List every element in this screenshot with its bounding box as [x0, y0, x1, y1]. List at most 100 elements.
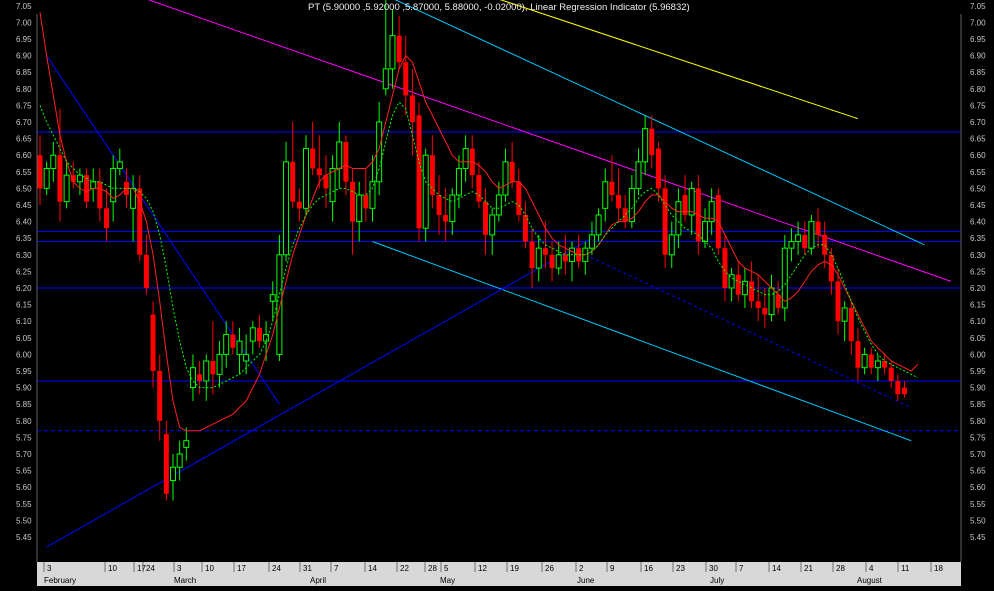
price-tick-left: 6.50: [16, 184, 32, 193]
date-tick-label: 7: [739, 564, 744, 573]
price-tick-left: 6.60: [16, 151, 32, 160]
candle-body: [762, 307, 768, 315]
candle-body: [343, 141, 349, 182]
candle-body: [350, 181, 356, 222]
candle: [662, 175, 668, 269]
month-label: August: [857, 576, 883, 585]
candle-body: [476, 175, 482, 202]
candle-body: [722, 248, 728, 288]
price-chart[interactable]: 5.45 5.45 5.50 5.50 5.55 5.55 5.60 5.60 5.65 5.65…: [0, 0, 994, 586]
candle-body: [363, 195, 369, 209]
price-tick-right: 5.45: [970, 533, 986, 542]
date-tick-label: 18: [934, 564, 943, 573]
price-tick-right: 6.45: [970, 201, 986, 210]
candle-body: [815, 221, 821, 235]
candle-body: [622, 208, 628, 222]
price-tick-right: 5.85: [970, 400, 986, 409]
candle-body: [416, 115, 422, 229]
chart-title: PT (5.90000 ,5.92000 ,5.87000, 5.88000, …: [308, 2, 690, 13]
price-tick-right: 6.40: [970, 218, 986, 227]
candle-body: [555, 254, 562, 269]
price-tick-left: 6.80: [16, 85, 32, 94]
candle-body: [223, 333, 230, 355]
candle-body: [310, 148, 316, 169]
candle-body: [176, 453, 183, 468]
candle-body: [283, 161, 290, 256]
candle-body: [329, 167, 336, 203]
candle-body: [183, 440, 190, 448]
price-tick-left: 6.70: [16, 118, 32, 127]
price-tick-left: 5.50: [16, 516, 32, 525]
candle-body: [635, 161, 642, 189]
price-tick-left: 6.45: [16, 201, 32, 210]
date-tick-label: 24: [272, 564, 281, 573]
date-tick-label: 28: [836, 564, 845, 573]
candle-body: [336, 141, 343, 169]
candle-body: [230, 334, 236, 348]
date-tick-label: 7: [334, 564, 339, 573]
candle-body: [290, 161, 296, 202]
candle-body: [197, 374, 203, 381]
candle-body: [874, 360, 881, 369]
candle-body: [436, 195, 442, 215]
date-tick-label: 5: [444, 564, 449, 573]
price-tick-right: 5.80: [970, 417, 986, 426]
date-tick-label: 9: [610, 564, 615, 573]
candle-body: [429, 155, 435, 196]
candle-body: [163, 434, 169, 494]
price-tick-left: 6.55: [16, 168, 32, 177]
price-tick-right: 6.80: [970, 85, 986, 94]
price-tick-right: 7.00: [970, 18, 986, 27]
date-tick-label: 21: [804, 564, 813, 573]
price-tick-left: 6.40: [16, 218, 32, 227]
candle-body: [50, 154, 57, 169]
candle-body: [768, 287, 775, 316]
candle-body: [216, 353, 223, 375]
candle-body: [655, 148, 661, 189]
price-tick-right: 5.55: [970, 500, 986, 509]
price-tick-right: 6.60: [970, 151, 986, 160]
date-tick-label: 3: [177, 564, 182, 573]
candle-body: [462, 148, 469, 169]
month-label: April: [310, 576, 326, 585]
candle-body: [642, 128, 649, 163]
price-tick-right: 5.95: [970, 367, 986, 376]
date-tick-label: 11: [901, 564, 910, 573]
candle-body: [562, 254, 568, 262]
date-tick-label: 10: [205, 564, 214, 573]
price-tick-right: 6.75: [970, 101, 986, 110]
price-tick-right: 5.60: [970, 483, 986, 492]
candle-body: [802, 234, 808, 249]
date-tick-label: 31: [303, 564, 312, 573]
candle-body: [236, 340, 243, 355]
candle-body: [269, 294, 276, 302]
price-tick-left: 5.65: [16, 467, 32, 476]
candle-body: [84, 175, 90, 202]
price-tick-left: 5.95: [16, 367, 32, 376]
candle-body: [37, 155, 43, 189]
candle-body: [662, 188, 668, 255]
candle-body: [63, 174, 70, 203]
price-tick-right: 5.75: [970, 433, 986, 442]
price-tick-left: 6.00: [16, 350, 32, 359]
price-tick-left: 6.20: [16, 284, 32, 293]
price-tick-left: 7.05: [16, 2, 32, 11]
candle-body: [389, 35, 396, 70]
candle-body: [649, 128, 655, 156]
price-tick-right: 6.35: [970, 234, 986, 243]
candle-body: [382, 68, 389, 90]
price-tick-right: 6.70: [970, 118, 986, 127]
price-tick-right: 6.30: [970, 251, 986, 260]
date-tick-label: 28: [428, 564, 437, 573]
price-tick-left: 6.15: [16, 301, 32, 310]
candle-body: [735, 274, 741, 295]
candle-body: [356, 194, 363, 223]
candle-body: [489, 214, 496, 236]
price-tick-right: 6.55: [970, 168, 986, 177]
candle-body: [157, 371, 163, 421]
candle-body: [249, 327, 256, 342]
date-tick-label: 26: [545, 564, 554, 573]
chart-window: 5.45 5.45 5.50 5.50 5.55 5.55 5.60 5.60 5.65 5.65…: [0, 0, 994, 586]
price-tick-left: 5.60: [16, 483, 32, 492]
date-tick-label: 19: [510, 564, 519, 573]
